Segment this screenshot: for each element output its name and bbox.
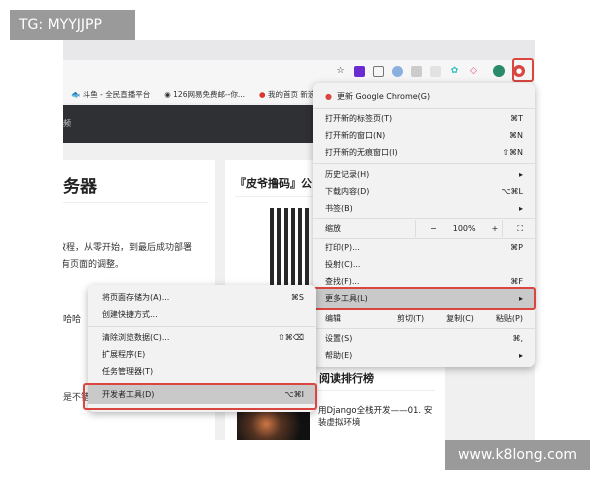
menu-item-cast[interactable]: 投射(C)... — [313, 256, 535, 273]
submenu-arrow-icon: ▸ — [518, 170, 523, 179]
submenu-item-save-page[interactable]: 将页面存储为(A)... ⌘S — [88, 289, 316, 306]
menu-item-label: 任务管理器(T) — [102, 367, 154, 376]
toolbar-icons: ☆ ✿ ◇ ● — [335, 65, 525, 77]
menu-item-downloads[interactable]: 下载内容(D) ⌥⌘L — [313, 183, 535, 200]
article-text: 有页面的调整。 — [63, 260, 125, 270]
nav-item[interactable]: 频 — [63, 119, 71, 128]
menu-item-label: 将页面存储为(A)... — [102, 293, 170, 302]
article-text: 哈哈 — [63, 315, 82, 325]
cut-button[interactable]: 剪切(T) — [397, 310, 424, 327]
submenu-item-create-shortcut[interactable]: 创建快捷方式... — [88, 306, 316, 323]
menu-item-update-chrome[interactable]: ● 更新 Google Chrome(G) — [313, 88, 535, 105]
menu-item-help[interactable]: 帮助(E) ▸ — [313, 347, 535, 364]
article-title: 务器 — [63, 177, 97, 197]
copy-button[interactable]: 复制(C) — [446, 310, 474, 327]
watermark-bottom-right: www.k8long.com — [445, 440, 590, 470]
avatar[interactable] — [493, 65, 505, 77]
update-icon: ● — [325, 92, 332, 101]
zoom-value: 100% — [452, 224, 476, 233]
zoom-out-button[interactable]: − — [430, 220, 437, 237]
submenu-item-extensions[interactable]: 扩展程序(E) — [88, 346, 316, 363]
menu-item-print[interactable]: 打印(P)... ⌘P — [313, 239, 535, 256]
bookmark-126[interactable]: ◉ 126网易免费邮--你... — [164, 89, 245, 100]
menu-item-new-tab[interactable]: 打开新的标签页(T) ⌘T — [313, 110, 535, 127]
bookmark-label: 我的首页 新浪 — [267, 89, 316, 99]
menu-item-settings[interactable]: 设置(S) ⌘, — [313, 330, 535, 347]
menu-item-label: 设置(S) — [325, 334, 353, 343]
menu-item-label: 更新 Google Chrome(G) — [336, 92, 431, 101]
menu-item-label: 下载内容(D) — [325, 187, 370, 196]
menu-item-label: 打开新的窗口(N) — [325, 131, 386, 140]
menu-item-label: 打印(P)... — [325, 243, 360, 252]
menu-item-bookmarks[interactable]: 书签(B) ▸ — [313, 200, 535, 217]
shortcut: ⌘S — [290, 293, 304, 302]
watermark-top-left: TG: MYYJJPP — [10, 10, 135, 40]
submenu-item-clear-data[interactable]: 清除浏览数据(C)... ⇧⌘⌫ — [88, 329, 316, 346]
zoom-label: 缩放 — [325, 224, 341, 233]
article-text: 教程，从零开始，到最后成功部署 — [63, 243, 193, 253]
bookmark-label: 斗鱼 - 全民直播平台 — [82, 89, 151, 99]
extension-icon[interactable] — [392, 65, 403, 77]
star-icon[interactable]: ☆ — [335, 66, 346, 77]
shortcut: ⌘P — [510, 243, 523, 252]
menu-item-label: 投射(C)... — [325, 260, 361, 269]
highlight-box-more-tools — [312, 287, 536, 310]
menu-item-label: 打开新的标签页(T) — [325, 114, 393, 123]
extension-icon[interactable] — [354, 65, 365, 77]
submenu-arrow-icon: ▸ — [518, 204, 523, 213]
shortcut: ⇧⌘N — [502, 148, 523, 157]
chrome-menu: ● 更新 Google Chrome(G) 打开新的标签页(T) ⌘T 打开新的窗口… — [313, 83, 535, 367]
menu-item-label: 扩展程序(E) — [102, 350, 146, 359]
fullscreen-icon[interactable]: ⛶ — [502, 220, 523, 237]
extension-icon[interactable]: ✿ — [449, 66, 460, 77]
shortcut: ⌘N — [509, 131, 523, 140]
shortcut: ⌘, — [512, 334, 523, 343]
menu-item-new-window[interactable]: 打开新的窗口(N) ⌘N — [313, 127, 535, 144]
qr-card-title: 『皮爷撸码』公 — [235, 177, 312, 190]
extension-icon[interactable]: ◇ — [468, 66, 479, 77]
menu-item-label: 清除浏览数据(C)... — [102, 333, 170, 342]
ranking-title: 阅读排行榜 — [319, 372, 374, 385]
bookmark-douyu[interactable]: 🐟 斗鱼 - 全民直播平台 — [71, 89, 150, 100]
menu-item-history[interactable]: 历史记录(H) ▸ — [313, 166, 535, 183]
menu-edit-row: 编辑 剪切(T) 复制(C) 粘贴(P) — [313, 310, 535, 327]
shield-icon[interactable] — [373, 65, 384, 77]
shortcut: ⌘T — [510, 114, 523, 123]
edit-label: 编辑 — [325, 314, 341, 323]
menu-item-label: 帮助(E) — [325, 351, 353, 360]
menu-zoom-row: 缩放 − 100% + ⛶ — [313, 220, 535, 237]
zoom-in-button[interactable]: + — [492, 220, 499, 237]
paste-button[interactable]: 粘贴(P) — [496, 310, 523, 327]
extension-icon[interactable] — [430, 65, 441, 77]
qr-code-image — [270, 208, 312, 286]
bookmark-label: 126网易免费邮--你... — [173, 89, 246, 99]
qr-extension-icon[interactable] — [411, 65, 422, 77]
menu-item-label: 创建快捷方式... — [102, 310, 158, 319]
highlight-box-developer-tools — [83, 383, 317, 410]
shortcut: ⇧⌘⌫ — [277, 333, 304, 342]
tab-strip — [63, 40, 535, 60]
highlight-box-menu-button — [512, 58, 534, 82]
ranking-item-link[interactable]: 用Django全栈开发——01. 安装虚拟环境 — [318, 405, 438, 429]
submenu-arrow-icon: ▸ — [518, 351, 523, 360]
menu-item-label: 打开新的无痕窗口(I) — [325, 148, 398, 157]
menu-item-incognito[interactable]: 打开新的无痕窗口(I) ⇧⌘N — [313, 144, 535, 161]
submenu-item-task-manager[interactable]: 任务管理器(T) — [88, 363, 316, 380]
menu-item-label: 历史记录(H) — [325, 170, 370, 179]
shortcut: ⌥⌘L — [501, 187, 523, 196]
menu-item-label: 书签(B) — [325, 204, 353, 213]
bookmark-weibo[interactable]: ● 我的首页 新浪 — [259, 89, 315, 100]
